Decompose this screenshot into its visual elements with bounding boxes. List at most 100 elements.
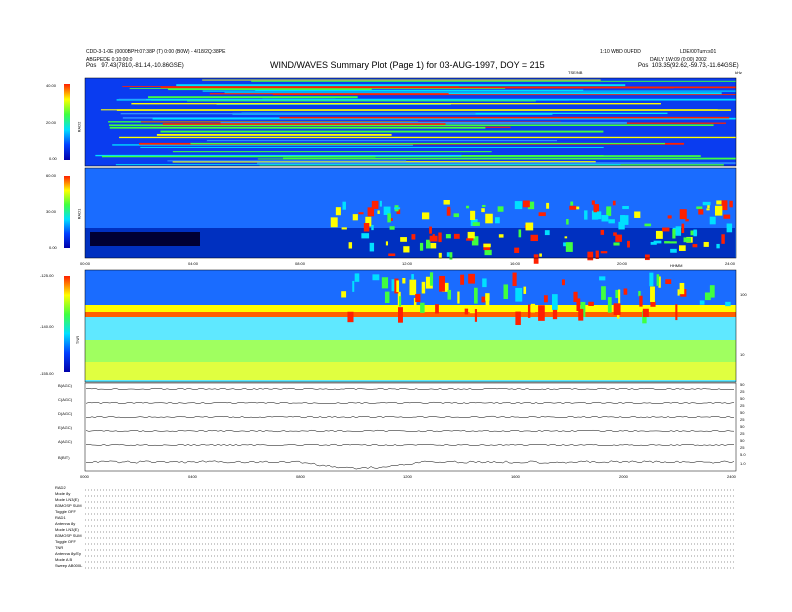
rad2-band [262,98,736,101]
rad1-dark-patch [90,232,200,246]
rad1-xtick: 16:00 [510,261,521,266]
tnr-burst [573,291,578,303]
rad1-burst [683,237,692,243]
rad1-burst [613,242,620,246]
tnr-burst [464,308,469,315]
tnr-burst [704,292,711,301]
rad1-xlabel-right: HHMM [670,263,683,268]
rad1-xtick: 12:00 [402,261,413,266]
rad1-burst [482,204,486,208]
footer-label: Mode A B [55,557,73,562]
rad1-burst [729,200,733,208]
rad2-band [176,84,626,87]
rad1-burst [498,234,504,238]
rad1-burst [685,218,689,222]
rad1-burst [514,201,523,210]
rad1-burst [485,213,493,224]
rad1-burst [388,253,396,257]
tnr-burst [503,284,509,300]
tnr-lower-yellow [85,362,736,380]
rad1-burst [696,206,703,209]
tnr-ytick: -155.00 [40,371,54,376]
tnr-burst [354,273,360,282]
rad1-burst [342,201,346,210]
footer-label: B3MOSP SUM [55,503,82,508]
tnr-burst [623,288,628,295]
trace-xtick: 2000 [619,474,628,479]
trace-label: D(AGC) [58,411,73,416]
tnr-burst [474,287,478,304]
trace-label: A(AGC) [58,439,72,444]
rad1-burst [703,241,709,247]
colorbar-tnr [64,276,70,372]
trace-label: B(BIT) [58,455,70,460]
tnr-burst [561,279,565,286]
rad2-band [172,151,492,153]
tnr-burst [665,279,672,284]
rad1-burst [533,254,539,264]
rad1-burst [678,245,686,251]
rad1-burst [587,251,594,261]
tnr-burst [679,282,685,295]
rad1-burst [481,208,485,213]
rad2-band [160,86,737,89]
rad1-burst [606,206,612,217]
rad1-burst [453,233,460,239]
rad1-burst [675,226,682,236]
trace-right-tick: 5.0 [740,452,746,457]
rad1-burst [726,223,733,233]
tnr-right-tick: 100 [740,292,747,297]
rad1-burst [669,241,677,244]
rad1-burst [449,252,453,260]
trace-right-tick: 50 [740,438,745,443]
rad1-burst [387,213,391,223]
tnr-burst [675,304,678,321]
rad2-band [102,155,376,158]
rad1-burst [379,200,382,207]
footer-label: Mode 8y [55,491,71,496]
trace-line [85,401,735,405]
rad2-band [202,90,736,92]
rad1-burst [445,234,451,239]
trace-right-tick: 25 [740,445,745,450]
rad1-burst [446,208,451,216]
rad1-burst [692,244,698,248]
trace-right-tick: 25 [740,417,745,422]
trace-right-tick: 25 [740,389,745,394]
tnr-burst [639,295,643,307]
tnr-burst [411,274,414,280]
rad1-xtick: 08:00 [295,261,306,266]
rad1-burst [497,206,504,212]
tnr-burst [447,289,452,300]
tnr-burst [415,293,421,303]
tnr-burst [515,287,523,302]
tnr-burst [341,291,347,298]
rad1-burst [377,210,380,214]
footer-label: Toggle OFF [55,539,76,544]
rad1-burst [693,229,697,237]
rad1-burst [706,208,710,211]
trace-xtick: 0000 [80,474,89,479]
trace-line [85,460,735,470]
colorbar-rad2 [64,84,70,160]
trace-xtick: 1200 [403,474,412,479]
tnr-burst [527,304,531,318]
tnr-burst [381,277,389,289]
rad1-burst [702,201,711,206]
footer-label: Sweep AB000L [55,563,83,568]
rad1-ytick: 60.00 [46,173,57,178]
traces-frame [84,382,737,472]
rad1-ylabel: RAD1 [76,208,82,220]
rad1-burst [593,204,600,213]
rad1-burst [446,252,450,257]
footer-label: Toggle OFF [55,509,76,514]
tnr-burst [398,307,403,323]
rad1-burst [653,240,662,244]
trace-label: E(AGC) [58,425,72,430]
trace-right-tick: 25 [740,403,745,408]
rad2-band [206,139,557,142]
rad1-burst [546,202,550,209]
rad2-ytick: 0.00 [49,156,57,161]
rad1-burst [341,227,347,230]
tnr-burst [468,273,475,284]
